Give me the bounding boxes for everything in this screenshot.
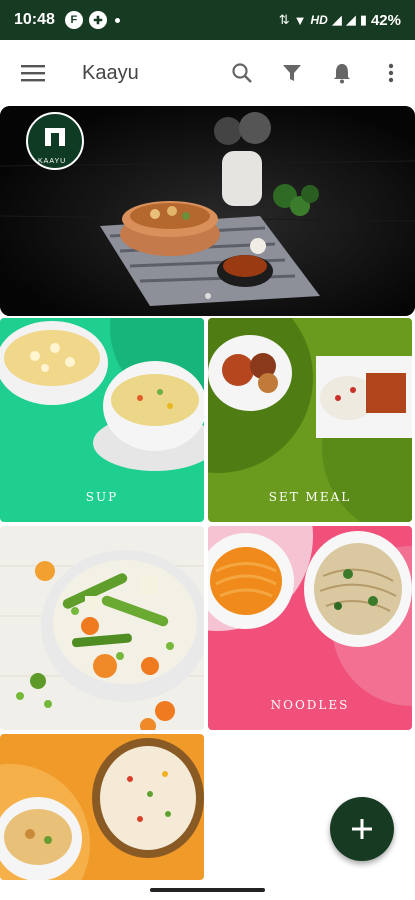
app-notification-icon: F <box>64 11 83 29</box>
category-grid: SUP SET MEAL NOODLES <box>0 318 415 880</box>
filter-icon <box>283 65 301 81</box>
signal-icon-2: ◢ <box>345 12 356 27</box>
more-vert-icon <box>388 63 394 83</box>
plus-icon <box>352 819 372 839</box>
overflow-menu-button[interactable] <box>367 40 415 106</box>
home-gesture-handle[interactable] <box>150 888 265 892</box>
category-tile-set-meal[interactable]: SET MEAL <box>208 318 412 522</box>
vibrate-icon: ⇅ <box>278 12 290 27</box>
bell-icon <box>334 64 350 84</box>
status-bar: 10:48 F ✚ ⇅ ▼ HD ◢ ◢ ▮ 42% <box>0 0 415 40</box>
wifi-icon: ▼ <box>293 12 307 28</box>
banner-food-image <box>0 106 415 316</box>
battery-icon: ▮ <box>359 12 367 27</box>
category-label-sup: SUP <box>85 490 119 504</box>
notifications-button[interactable] <box>317 40 367 106</box>
system-nav-bar <box>0 880 415 900</box>
vegetable-soup-image <box>0 550 204 730</box>
signal-icon: ◢ <box>331 12 342 27</box>
search-icon <box>232 63 252 83</box>
menu-button[interactable] <box>0 40 66 106</box>
category-label-noodles: NOODLES <box>270 698 350 712</box>
promo-banner[interactable]: KAAYU <box>0 106 415 316</box>
add-fab-button[interactable] <box>330 797 394 861</box>
category-tile-noodles[interactable]: NOODLES <box>208 526 412 730</box>
category-label-set-meal: SET MEAL <box>268 490 352 504</box>
rice-image <box>0 738 204 880</box>
category-tile-rice[interactable] <box>0 734 204 880</box>
search-button[interactable] <box>217 40 267 106</box>
banner-logo-text: KAAYU <box>38 158 67 165</box>
app-toolbar: Kaayu <box>0 40 415 106</box>
filter-button[interactable] <box>267 40 317 106</box>
more-notifications-icon <box>114 17 120 23</box>
category-tile-sup[interactable]: SUP <box>0 318 204 522</box>
app-title: Kaayu <box>82 61 139 84</box>
app-notification-icon-2: ✚ <box>88 11 107 29</box>
status-time: 10:48 <box>14 11 55 28</box>
network-type-label: HD <box>310 13 328 27</box>
category-tile-soup[interactable] <box>0 526 204 730</box>
hamburger-icon <box>21 65 45 82</box>
battery-percent: 42% <box>370 11 401 29</box>
status-right: ⇅ ▼ HD ◢ ◢ ▮ 42% <box>279 12 401 29</box>
